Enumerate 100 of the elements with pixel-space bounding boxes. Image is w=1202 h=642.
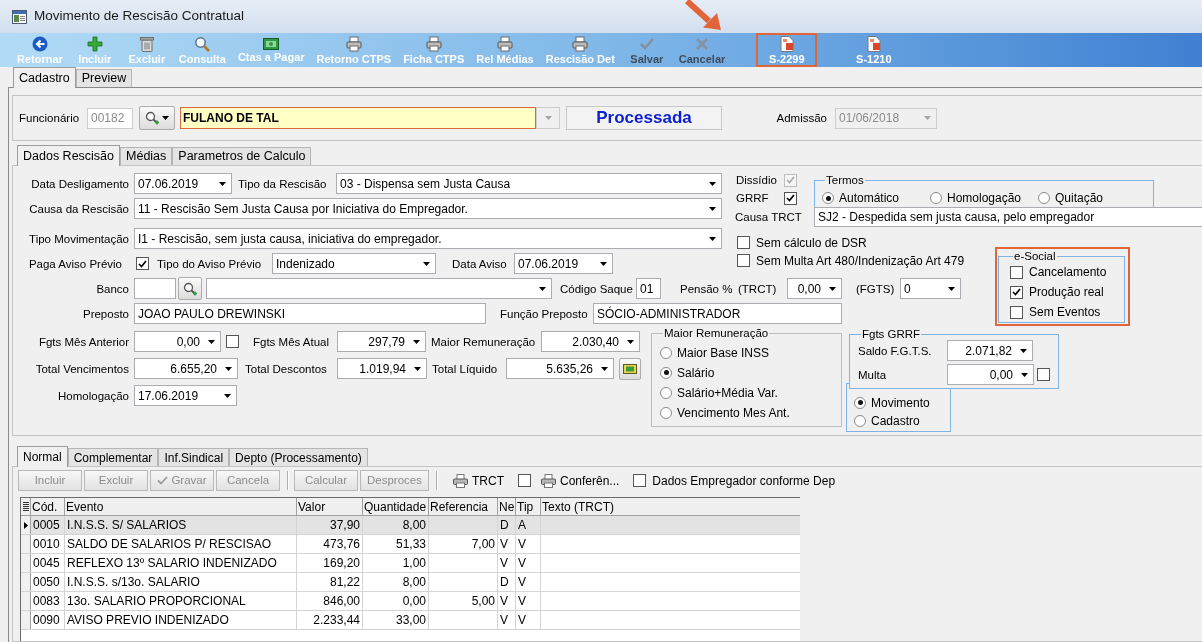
checkmark-icon	[157, 476, 169, 485]
dropdown[interactable]: 1.019,94	[337, 358, 427, 379]
lookup-button[interactable]	[139, 106, 175, 130]
dropdown[interactable]: 297,79	[337, 331, 426, 352]
tab[interactable]: Inf.Sindical	[158, 448, 230, 466]
checkbox[interactable]	[136, 257, 149, 270]
table-cell: V	[498, 611, 516, 629]
text-field[interactable]	[134, 278, 176, 299]
table-cell: 0090	[31, 611, 65, 629]
caret-down-icon	[162, 116, 169, 120]
dropdown[interactable]: I1 - Rescisão, sem justa causa, iniciativa do empregador.	[134, 228, 722, 249]
table-row[interactable]: 0050 I.N.S.S. s/13o. SALARIO 81,22 8,00 D V	[21, 573, 800, 592]
field-label: (FGTS)	[856, 281, 895, 296]
lookup-button[interactable]	[178, 277, 202, 300]
table-cell: 169,20	[297, 554, 363, 572]
tab[interactable]: Normal	[17, 446, 68, 467]
table-row[interactable]: 0090 AVISO PREVIO INDENIZADO 2.233,44 33,00 V V	[21, 611, 800, 630]
dropdown[interactable]: 2.030,40	[541, 331, 640, 352]
radio-label: Vencimento Mes Ant.	[677, 405, 790, 420]
tab[interactable]: Complementar	[67, 448, 159, 466]
table-cell: V	[516, 592, 541, 610]
field-label: Data Desligamento	[31, 176, 129, 191]
date-picker[interactable]: 07.06.2019	[514, 253, 613, 274]
field-label: Banco	[96, 281, 129, 296]
table-row[interactable]: 0010 SALDO DE SALARIOS P/ RESCISAO 473,76 51,33 7,00 V V	[21, 535, 800, 554]
checkbox[interactable]	[226, 335, 239, 348]
column-header[interactable]: Valor	[297, 498, 363, 515]
print-button[interactable]: TRCT	[450, 471, 506, 490]
column-header[interactable]: Tip	[516, 498, 541, 515]
cross-icon	[694, 35, 711, 52]
table-cell: D	[498, 516, 516, 534]
column-header[interactable]: Ne	[498, 498, 516, 515]
radio-button[interactable]	[822, 192, 834, 204]
text-field[interactable]: 01	[636, 278, 661, 299]
table-cell: I.N.S.S. S/ SALARIOS	[65, 516, 297, 534]
table-cell: REFLEXO 13º SALARIO INDENIZADO	[65, 554, 297, 572]
dropdown[interactable]: 03 - Dispensa sem Justa Causa	[336, 173, 722, 194]
row-indicator	[21, 611, 31, 629]
tab[interactable]: Depto (Processamento)	[229, 448, 368, 466]
radio-button[interactable]	[660, 386, 672, 399]
checkbox[interactable]	[633, 474, 647, 487]
column-header[interactable]: Texto (TRCT)	[541, 498, 800, 515]
tab[interactable]: Parametros de Calculo	[172, 147, 312, 165]
caret-down-icon	[414, 366, 421, 371]
table-row[interactable]: 0005 I.N.S.S. S/ SALARIOS 37,90 8,00 D A	[21, 516, 800, 535]
text-field[interactable]: JOAO PAULO DREWINSKI	[134, 303, 486, 324]
tab[interactable]: Médias	[120, 147, 173, 165]
dropdown[interactable]: 2.071,82	[947, 340, 1033, 361]
checkbox-label: Produção real	[1029, 285, 1104, 299]
employee-name-field[interactable]: FULANO DE TAL	[180, 107, 536, 129]
table-cell: V	[516, 611, 541, 629]
dropdown[interactable]: Indenizado	[272, 253, 436, 274]
dropdown[interactable]: 0	[900, 278, 961, 299]
date-picker[interactable]: 17.06.2019	[134, 385, 237, 406]
printer-icon	[540, 473, 556, 488]
field-label: Preposto	[82, 306, 129, 321]
dropdown[interactable]: 11 - Rescisão Sem Justa Causa por Iniciativa do Empregador.	[134, 198, 722, 219]
column-header[interactable]: Quantidade	[363, 498, 429, 515]
window-title: Movimento de Rescisão Contratual	[34, 7, 245, 26]
radio-button[interactable]	[854, 414, 866, 427]
table-row[interactable]: 0045 REFLEXO 13º SALARIO INDENIZADO 169,20 1,00 V V	[21, 554, 800, 573]
checkbox[interactable]	[784, 191, 797, 205]
column-header[interactable]: Evento	[65, 498, 297, 515]
radio-button[interactable]	[660, 366, 672, 379]
table-row[interactable]: 0083 13o. SALARIO PROPORCIONAL 846,00 0,00 5,00 V V	[21, 592, 800, 611]
table-cell: 0010	[31, 535, 65, 553]
tab[interactable]: Cadastro	[13, 67, 76, 88]
checkbox[interactable]	[517, 474, 531, 487]
print-button[interactable]: Conferên...	[538, 471, 622, 490]
tab[interactable]: Dados Rescisão	[17, 145, 120, 166]
dropdown[interactable]: 6.655,20	[134, 358, 238, 379]
table-cell: V	[516, 554, 541, 572]
dropdown[interactable]: 0,00	[134, 331, 221, 352]
checkbox[interactable]	[737, 236, 750, 249]
dropdown[interactable]: 0,00	[947, 364, 1034, 385]
radio-button[interactable]	[930, 192, 942, 204]
text-field[interactable]: SJ2 - Despedida sem justa causa, pelo empregador	[814, 207, 1202, 227]
table-cell: 0,00	[363, 592, 429, 610]
action-button[interactable]	[619, 357, 641, 380]
field-label: Tipo Movimentação	[29, 231, 129, 246]
date-picker[interactable]: 07.06.2019	[134, 173, 232, 194]
column-header[interactable]: Referencia	[429, 498, 498, 515]
dropdown[interactable]: 0,00	[787, 278, 842, 299]
radio-button[interactable]	[660, 406, 672, 419]
field-label: Tipo da Rescisão	[238, 176, 327, 191]
checkbox[interactable]	[1010, 265, 1023, 279]
text-field[interactable]: SÓCIO-ADMINISTRADOR	[593, 303, 842, 324]
radio-button[interactable]	[660, 346, 672, 359]
table-cell: 0005	[31, 516, 65, 534]
dropdown[interactable]: 5.635,26	[506, 358, 614, 379]
field-label: Dissídio	[736, 173, 777, 187]
checkbox[interactable]	[737, 254, 750, 267]
column-header[interactable]: Cód.	[31, 498, 65, 515]
checkbox[interactable]	[1037, 368, 1050, 381]
radio-button[interactable]	[854, 396, 866, 409]
checkbox[interactable]	[1010, 305, 1023, 319]
checkbox[interactable]	[1010, 285, 1023, 299]
tab[interactable]: Preview	[75, 69, 133, 87]
caret-down-icon	[423, 261, 430, 266]
radio-button[interactable]	[1038, 192, 1050, 204]
